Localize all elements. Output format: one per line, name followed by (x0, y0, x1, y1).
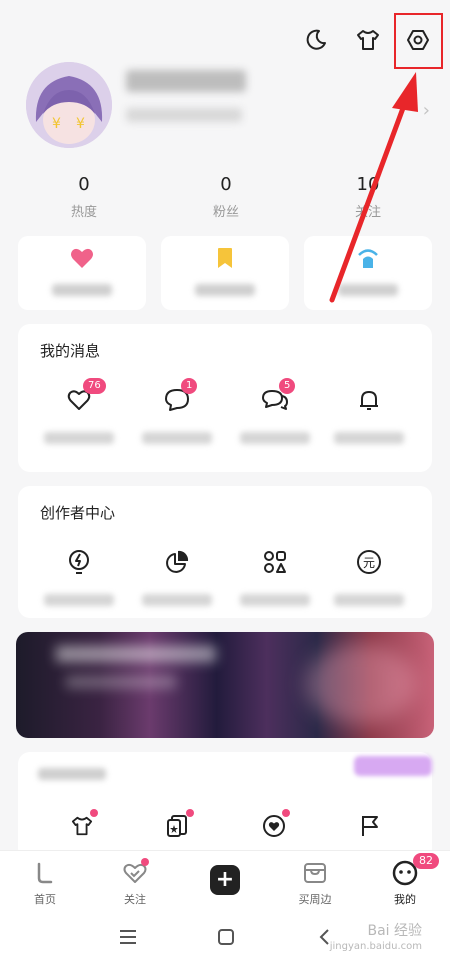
promo-banner[interactable] (16, 632, 434, 738)
creator-label-blurred (334, 594, 404, 606)
message-label-blurred (334, 432, 404, 444)
unread-badge: 76 (83, 378, 106, 394)
creator-item-earnings[interactable]: 元 (324, 548, 414, 606)
notification-dot (90, 809, 98, 817)
plus-icon: + (210, 865, 240, 895)
tab-home[interactable]: 首页 (10, 859, 80, 907)
home-button-icon[interactable] (214, 926, 238, 948)
avatar[interactable]: ¥ ¥ (26, 62, 112, 148)
messages-card: 我的消息 76 1 5 (18, 324, 432, 472)
creator-label-blurred (142, 594, 212, 606)
flag-icon[interactable] (356, 812, 384, 840)
tab-label: 我的 (394, 893, 416, 906)
quick-access-row (18, 236, 432, 310)
quick-card-label-blurred (52, 284, 112, 296)
creator-item-data[interactable] (132, 548, 222, 606)
notification-dot (141, 858, 149, 866)
signal-icon (356, 246, 380, 270)
tab-label: 关注 (124, 893, 146, 906)
watermark-url: jingyan.baidu.com (329, 941, 422, 952)
notification-dot (282, 809, 290, 817)
profile-header[interactable]: ¥ ¥ › (26, 62, 430, 152)
user-subtitle-blurred (126, 108, 242, 122)
message-item-notifications[interactable] (324, 386, 414, 444)
watermark: Bai 经验 jingyan.baidu.com (330, 924, 422, 954)
creator-item-tools[interactable] (230, 548, 320, 606)
tshirt-icon[interactable] (68, 809, 98, 840)
messages-title: 我的消息 (40, 342, 101, 360)
pie-chart-icon (163, 548, 191, 576)
stat-fans[interactable]: 0 粉丝 (186, 174, 266, 220)
creator-label-blurred (44, 594, 114, 606)
stat-following[interactable]: 10 关注 (328, 174, 408, 220)
message-item-chats[interactable]: 5 (230, 378, 320, 444)
tshirt-icon[interactable] (352, 24, 384, 56)
face-icon: 82 (391, 853, 439, 887)
tab-shop[interactable]: 买周边 (280, 859, 350, 907)
settings-highlight-box (394, 13, 443, 69)
tab-label: 买周边 (298, 893, 332, 906)
stat-value: 0 (220, 174, 232, 195)
stats-row: 0 热度 0 粉丝 10 关注 (0, 174, 450, 224)
home-icon (31, 859, 59, 887)
store-icon (301, 859, 329, 887)
stat-heat[interactable]: 0 热度 (44, 174, 124, 220)
banner-text-blurred (56, 646, 216, 662)
chat-icon: 5 (261, 378, 296, 414)
quick-card-signal[interactable] (304, 236, 432, 310)
quick-card-label-blurred (195, 284, 255, 296)
quick-card-label-blurred (338, 284, 398, 296)
heart-badge-icon[interactable] (260, 809, 290, 840)
username-blurred (126, 70, 246, 92)
creator-item-inspiration[interactable] (34, 548, 124, 606)
creator-center-title: 创作者中心 (40, 504, 116, 522)
moon-icon[interactable] (300, 24, 332, 56)
unread-badge: 82 (413, 853, 439, 869)
svg-text:¥: ¥ (52, 116, 61, 132)
stat-label: 关注 (354, 205, 381, 220)
heart-check-icon (121, 858, 149, 887)
shapes-icon (261, 548, 289, 576)
chevron-right-icon[interactable]: › (423, 100, 430, 121)
banner-character-image (306, 644, 416, 724)
unread-badge: 1 (181, 378, 198, 394)
system-nav-bar: Bai 经验 jingyan.baidu.com (0, 914, 450, 960)
services-title-blurred (38, 768, 106, 780)
stat-label: 热度 (70, 205, 97, 220)
cards-icon[interactable] (164, 809, 194, 840)
creator-center-card: 创作者中心 元 (18, 486, 432, 618)
tab-following[interactable]: 关注 (100, 858, 170, 907)
tab-post[interactable]: + (190, 859, 260, 895)
yuan-glyph: 元 (363, 556, 375, 570)
tab-label: 首页 (34, 893, 56, 906)
comment-icon: 1 (163, 378, 198, 414)
heart-outline-icon: 76 (65, 378, 106, 414)
banner-subtext-blurred (66, 676, 176, 688)
stat-label: 粉丝 (212, 205, 239, 220)
heart-icon (70, 246, 94, 270)
stat-value: 0 (78, 174, 90, 195)
bookmark-icon (213, 246, 237, 270)
message-item-likes[interactable]: 76 (34, 378, 124, 444)
stat-value: 10 (356, 174, 380, 195)
bottom-tab-bar: 首页 关注 + 买周边 82 我的 (0, 850, 450, 914)
message-item-comments[interactable]: 1 (132, 378, 222, 444)
menu-icon[interactable] (116, 926, 140, 948)
bell-icon (355, 386, 383, 414)
svg-text:¥: ¥ (76, 116, 85, 132)
yuan-icon: 元 (355, 548, 383, 576)
message-label-blurred (240, 432, 310, 444)
watermark-title: Bai 经验 (367, 923, 422, 939)
message-label-blurred (142, 432, 212, 444)
creator-label-blurred (240, 594, 310, 606)
tab-me[interactable]: 82 我的 (370, 853, 440, 907)
message-label-blurred (44, 432, 114, 444)
unread-badge: 5 (279, 378, 296, 394)
notification-dot (186, 809, 194, 817)
promo-pill-blurred (354, 756, 432, 776)
quick-card-bookmarks[interactable] (161, 236, 289, 310)
quick-card-likes[interactable] (18, 236, 146, 310)
bulb-icon (65, 548, 93, 576)
